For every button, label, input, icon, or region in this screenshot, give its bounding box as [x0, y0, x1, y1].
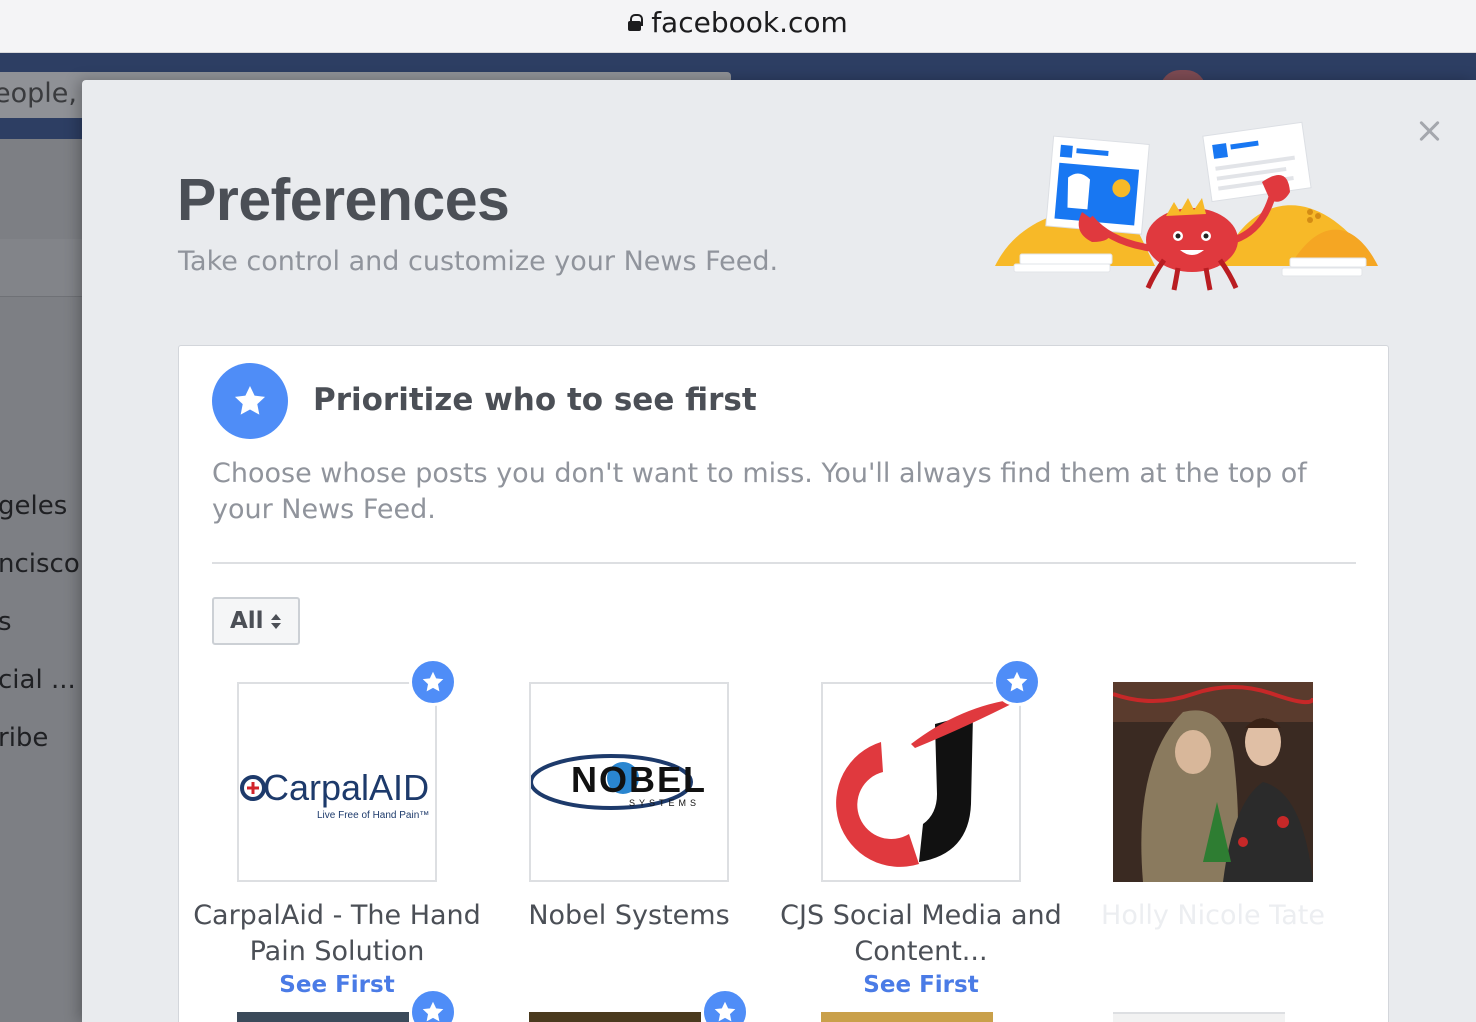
- browser-url-bar[interactable]: facebook.com: [0, 0, 1476, 53]
- carpalaid-logo-text: CarpalAID: [263, 767, 429, 808]
- page-tile-partial[interactable]: [1113, 1012, 1285, 1022]
- sidebar-item[interactable]: ncisco: [0, 549, 80, 579]
- sidebar-item[interactable]: cial ...: [0, 665, 76, 695]
- page-tile-nobel-systems[interactable]: NOBEL SYSTEMS: [529, 682, 729, 882]
- background-sidebar: geles ncisco s cial ... ribe: [0, 139, 82, 1022]
- page-name[interactable]: Holly Nicole Tate: [1067, 898, 1359, 934]
- lock-icon: [628, 13, 644, 31]
- close-icon[interactable]: [1416, 118, 1442, 144]
- cjs-logo: [836, 698, 1019, 867]
- star-badge-icon[interactable]: [701, 988, 749, 1022]
- star-badge-icon[interactable]: [409, 658, 457, 706]
- search-placeholder: eople,: [0, 78, 77, 109]
- page-name[interactable]: CarpalAid - The Hand Pain Solution: [191, 898, 483, 970]
- filter-select[interactable]: All: [212, 597, 300, 645]
- preferences-dialog: Preferences Take control and customize y…: [82, 80, 1476, 1022]
- url-text: facebook.com: [651, 5, 848, 39]
- section-title: Prioritize who to see first: [313, 382, 757, 418]
- see-first-section: Prioritize who to see first Choose whose…: [178, 345, 1389, 1022]
- divider: [212, 562, 1356, 564]
- page-tile-partial[interactable]: [237, 1012, 409, 1022]
- page-tile-cjs-social-media[interactable]: [821, 682, 1021, 882]
- sidebar-item[interactable]: s: [0, 607, 12, 637]
- nobel-logo: NOBEL SYSTEMS: [531, 754, 707, 810]
- see-first-link[interactable]: See First: [775, 972, 1067, 998]
- sidebar-item[interactable]: geles: [0, 491, 67, 521]
- page-title: Preferences: [177, 167, 510, 233]
- page-name[interactable]: CJS Social Media and Content...: [775, 898, 1067, 970]
- sort-arrows-icon: [270, 613, 281, 629]
- section-description: Choose whose posts you don't want to mis…: [212, 458, 1307, 525]
- sidebar-item[interactable]: ribe: [0, 723, 48, 753]
- nobel-logo-sub: SYSTEMS: [629, 798, 700, 808]
- page-tile-partial[interactable]: [529, 1012, 701, 1022]
- carpalaid-logo-sub: Live Free of Hand Pain™: [317, 810, 429, 821]
- sidebar-row: [0, 239, 82, 297]
- url-display[interactable]: facebook.com: [0, 0, 1476, 44]
- carpalaid-logo: CarpalAID Live Free of Hand Pain™: [240, 767, 429, 821]
- profile-photo: [1113, 682, 1313, 882]
- page-subtitle: Take control and customize your News Fee…: [178, 246, 779, 277]
- star-icon: [212, 363, 288, 439]
- nobel-logo-text: NOBEL: [571, 759, 707, 800]
- crab-illustration: [995, 121, 1378, 291]
- star-badge-icon[interactable]: [993, 658, 1041, 706]
- page-name[interactable]: Nobel Systems: [483, 898, 775, 934]
- filter-label: All: [230, 608, 264, 634]
- page-tile-partial[interactable]: [821, 1012, 993, 1022]
- page-tile-holly-nicole-tate[interactable]: [1113, 682, 1313, 882]
- page-tile-carpalaid[interactable]: CarpalAID Live Free of Hand Pain™: [237, 682, 437, 882]
